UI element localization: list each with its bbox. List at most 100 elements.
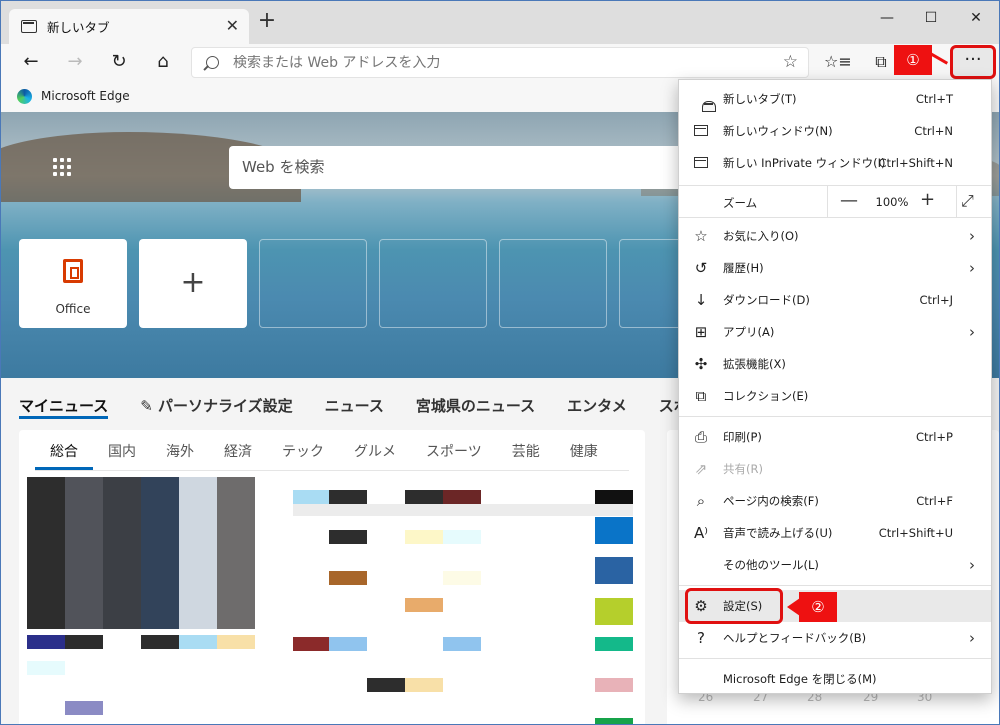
search-icon [206, 56, 219, 69]
refresh-button[interactable]: ↻ [105, 49, 133, 75]
menu-item-new-tab[interactable]: 新しいタブ(T) Ctrl+T [679, 83, 991, 115]
quick-link-placeholder [499, 239, 607, 328]
menu-divider [679, 658, 991, 659]
zoom-level: 100% [875, 195, 909, 209]
news-tab-entertainment[interactable]: エンタメ [567, 395, 627, 419]
edge-logo-icon [17, 88, 32, 104]
history-icon: ↺ [694, 259, 708, 277]
toolbar: ← → ↻ ⌂ ☆ ☆≡ ⧉ [1, 44, 999, 80]
new-window-icon [679, 122, 723, 140]
category-tab[interactable]: 芸能 [497, 430, 555, 470]
inprivate-window-icon [679, 154, 723, 172]
share-icon: ⇗ [694, 460, 708, 478]
menu-item-extensions[interactable]: ✣ 拡張機能(X) [679, 348, 991, 380]
menu-item-print[interactable]: ⎙ 印刷(P) Ctrl+P [679, 421, 991, 453]
tab-title: 新しいタブ [47, 20, 110, 35]
favorites-icon: ☆ [694, 227, 708, 245]
collections-icon: ⧉ [695, 387, 707, 405]
category-tab[interactable]: 経済 [209, 430, 267, 470]
zoom-label: ズーム [723, 196, 758, 210]
new-tab-button[interactable]: + [256, 10, 278, 33]
menu-item-favorites[interactable]: ☆ お気に入り(O) › [679, 220, 991, 252]
maximize-button[interactable]: ☐ [911, 5, 951, 31]
print-icon: ⎙ [694, 428, 707, 446]
menu-item-downloads[interactable]: ↓ ダウンロード(D) Ctrl+J [679, 284, 991, 316]
menu-item-new-window[interactable]: 新しいウィンドウ(N) Ctrl+N [679, 115, 991, 147]
zoom-controls: — 100% + [827, 186, 957, 217]
annotation-badge-1: ① [894, 45, 932, 75]
web-search-box[interactable]: Web を検索 [229, 146, 689, 189]
divider [35, 470, 629, 471]
news-nav: マイニュース ✎ パーソナライズ設定 ニュース 宮城県のニュース エンタメ スポ… [19, 395, 718, 419]
minimize-button[interactable]: — [867, 5, 907, 31]
category-tab[interactable]: 国内 [93, 430, 151, 470]
settings-highlight-box [685, 588, 783, 624]
tab-strip: 新しいタブ ✕ + — ☐ ✕ [1, 1, 999, 44]
add-quick-link[interactable]: + [139, 239, 247, 328]
browser-window: 新しいタブ ✕ + — ☐ ✕ ← → ↻ ⌂ ☆ ☆≡ ⧉ ··· Micro… [0, 0, 1000, 725]
annotation-badge-2: ② [799, 592, 837, 622]
tab-close-icon[interactable]: ✕ [226, 16, 239, 35]
menu-item-share[interactable]: ⇗ 共有(R) [679, 453, 991, 485]
add-favorite-icon[interactable]: ☆ [783, 52, 798, 72]
favorites-icon[interactable]: ☆≡ [824, 52, 852, 74]
chevron-right-icon: › [969, 556, 975, 574]
category-tab[interactable]: テック [267, 430, 339, 470]
chevron-right-icon: › [969, 227, 975, 245]
news-card: 総合 国内 海外 経済 テック グルメ スポーツ 芸能 健康 [19, 430, 645, 724]
zoom-out-button[interactable]: — [840, 190, 858, 211]
fullscreen-icon[interactable]: ⤢ [961, 191, 974, 211]
menu-item-new-inprivate[interactable]: 新しい InPrivate ウィンドウ(I) Ctrl+Shift+N [679, 147, 991, 179]
zoom-in-button[interactable]: + [920, 189, 935, 210]
app-launcher-icon[interactable] [53, 158, 71, 176]
new-tab-icon [679, 90, 723, 112]
plus-icon: + [180, 265, 206, 300]
settings-and-more-button[interactable]: ··· [950, 45, 996, 79]
menu-item-more-tools[interactable]: その他のツール(L) › [679, 549, 991, 581]
forward-button[interactable]: → [61, 49, 89, 75]
menu-item-close-edge[interactable]: Microsoft Edge を閉じる(M) [679, 663, 991, 695]
news-tab-miyagi[interactable]: 宮城県のニュース [416, 395, 535, 419]
menu-item-collections[interactable]: ⧉ コレクション(E) [679, 380, 991, 412]
home-button[interactable]: ⌂ [149, 49, 177, 75]
category-tab[interactable]: 健康 [555, 430, 613, 470]
category-tab[interactable]: 総合 [35, 430, 93, 470]
menu-item-read-aloud[interactable]: A⁾ 音声で読み上げる(U) Ctrl+Shift+U [679, 517, 991, 549]
back-button[interactable]: ← [17, 49, 45, 75]
chevron-right-icon: › [969, 323, 975, 341]
menu-item-apps[interactable]: ⊞ アプリ(A) › [679, 316, 991, 348]
new-tab-page-icon [21, 20, 37, 33]
quick-link-placeholder [379, 239, 487, 328]
menu-item-help[interactable]: ? ヘルプとフィードバック(B) › [679, 622, 991, 654]
category-tab[interactable]: 海外 [151, 430, 209, 470]
quick-link-office[interactable]: Office [19, 239, 127, 328]
chevron-right-icon: › [969, 629, 975, 647]
news-tab-personalize[interactable]: ✎ パーソナライズ設定 [140, 395, 292, 419]
category-tab[interactable]: スポーツ [411, 430, 497, 470]
category-tabs: 総合 国内 海外 経済 テック グルメ スポーツ 芸能 健康 [35, 430, 613, 470]
tab-new-tab[interactable]: 新しいタブ ✕ [9, 9, 249, 44]
close-window-button[interactable]: ✕ [956, 5, 996, 31]
zoom-row: ズーム — 100% + ⤢ [679, 185, 991, 218]
download-icon: ↓ [694, 291, 708, 309]
chevron-right-icon: › [969, 259, 975, 277]
address-input[interactable] [233, 54, 753, 71]
menu-item-find[interactable]: ⌕ ページ内の検索(F) Ctrl+F [679, 485, 991, 517]
news-tab-my-news[interactable]: マイニュース [19, 395, 109, 419]
menu-item-history[interactable]: ↺ 履歴(H) › [679, 252, 991, 284]
read-aloud-icon: A⁾ [694, 524, 708, 542]
extensions-icon: ✣ [694, 355, 708, 373]
category-tab[interactable]: グルメ [339, 430, 411, 470]
favorites-bar-item-edge[interactable]: Microsoft Edge [41, 89, 130, 103]
quick-link-placeholder [259, 239, 367, 328]
menu-divider [679, 585, 991, 586]
news-tab-news[interactable]: ニュース [325, 395, 384, 419]
find-in-page-icon: ⌕ [696, 492, 706, 510]
help-icon: ? [697, 629, 705, 647]
address-bar[interactable]: ☆ [191, 47, 809, 78]
quick-link-label: Office [55, 302, 91, 316]
office-icon [63, 259, 83, 283]
apps-icon: ⊞ [694, 323, 708, 341]
collections-icon[interactable]: ⧉ [869, 52, 893, 74]
menu-divider [679, 416, 991, 417]
